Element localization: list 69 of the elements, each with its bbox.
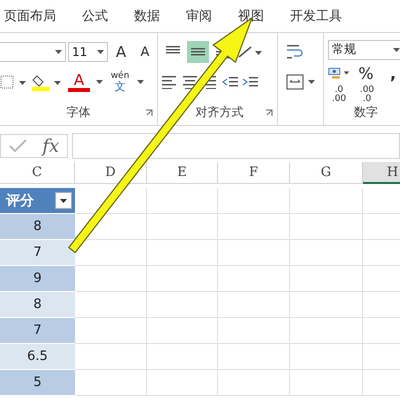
table-cell: 8: [0, 214, 75, 240]
empty-cell: [147, 214, 218, 240]
ribbon-tab[interactable]: 数据: [134, 7, 160, 25]
empty-cell: [218, 188, 290, 214]
column-header[interactable]: G: [290, 162, 363, 184]
vertical-align-button[interactable]: [187, 41, 209, 63]
decimal-button[interactable]: .0 .00: [328, 84, 350, 106]
table-header-cell: 评分: [0, 188, 75, 214]
filter-dropdown-button[interactable]: [55, 192, 72, 209]
phonetic-guide-button[interactable]: wén 文: [109, 71, 131, 93]
empty-cell: [147, 318, 218, 344]
decimal-button[interactable]: .00 .0: [356, 84, 378, 106]
empty-cell: [218, 370, 290, 396]
align-left-icon[interactable]: [162, 75, 178, 89]
caret-icon: [137, 80, 144, 84]
empty-cell: [218, 266, 290, 292]
empty-cell: [147, 266, 218, 292]
caret-icon: [393, 48, 400, 52]
table-cell: 7: [0, 240, 75, 266]
empty-cell: [147, 344, 218, 370]
empty-cell: [218, 318, 290, 344]
ribbon-tab[interactable]: 开发工具: [290, 7, 342, 25]
column-header[interactable]: H: [363, 162, 400, 184]
group-label: 对齐方式: [194, 104, 244, 121]
caret-icon: [55, 50, 62, 54]
table-cell: 8: [0, 292, 75, 318]
table-cell: 9: [0, 266, 75, 292]
font-color-button[interactable]: A: [68, 72, 90, 92]
empty-cell: [218, 214, 290, 240]
group-label: 数字: [353, 104, 379, 121]
empty-cell: [147, 240, 218, 266]
caret-icon: [97, 50, 104, 54]
orientation-icon[interactable]: [237, 45, 263, 59]
ribbon-tab[interactable]: 页面布局: [4, 7, 56, 25]
decrease-indent-icon[interactable]: [222, 75, 238, 89]
group-label: 字体: [66, 104, 92, 121]
ribbon-tab[interactable]: 审阅: [186, 7, 212, 25]
currency-format-icon[interactable]: [328, 65, 350, 81]
merge-cells-icon[interactable]: [286, 74, 316, 90]
increase-indent-icon[interactable]: [242, 75, 258, 89]
dialog-launcher-icon[interactable]: [145, 108, 153, 116]
number-format-dropdown[interactable]: 常规: [328, 40, 400, 60]
comma-style-button[interactable]: ,: [382, 62, 400, 84]
caret-icon: [96, 80, 103, 84]
increase-font-size-button[interactable]: A: [110, 41, 132, 63]
decrease-font-size-button[interactable]: A: [134, 41, 156, 63]
empty-cell: [218, 240, 290, 266]
caret-icon: [60, 198, 67, 202]
empty-cell: [147, 188, 218, 214]
percent-button[interactable]: %: [355, 62, 377, 84]
formula-input[interactable]: [72, 133, 400, 159]
empty-cell: [147, 292, 218, 318]
ribbon-tab[interactable]: 公式: [82, 7, 108, 25]
check-icon[interactable]: [8, 139, 27, 153]
empty-cell: [147, 370, 218, 396]
column-header[interactable]: C: [0, 162, 75, 184]
align-center-icon[interactable]: [182, 75, 198, 89]
table-cell: 7: [0, 318, 75, 344]
empty-cell: [218, 292, 290, 318]
empty-cell: [218, 344, 290, 370]
table-cell: 6.5: [0, 344, 75, 370]
wrap-text-icon[interactable]: [286, 44, 304, 60]
column-header[interactable]: E: [147, 162, 218, 184]
font-size-dropdown[interactable]: 11: [68, 42, 108, 62]
table-cell: 5: [0, 370, 75, 396]
fill-color-icon[interactable]: [32, 73, 62, 91]
column-header[interactable]: F: [218, 162, 290, 184]
borders-icon[interactable]: [0, 75, 26, 89]
dialog-launcher-icon[interactable]: [265, 108, 273, 116]
